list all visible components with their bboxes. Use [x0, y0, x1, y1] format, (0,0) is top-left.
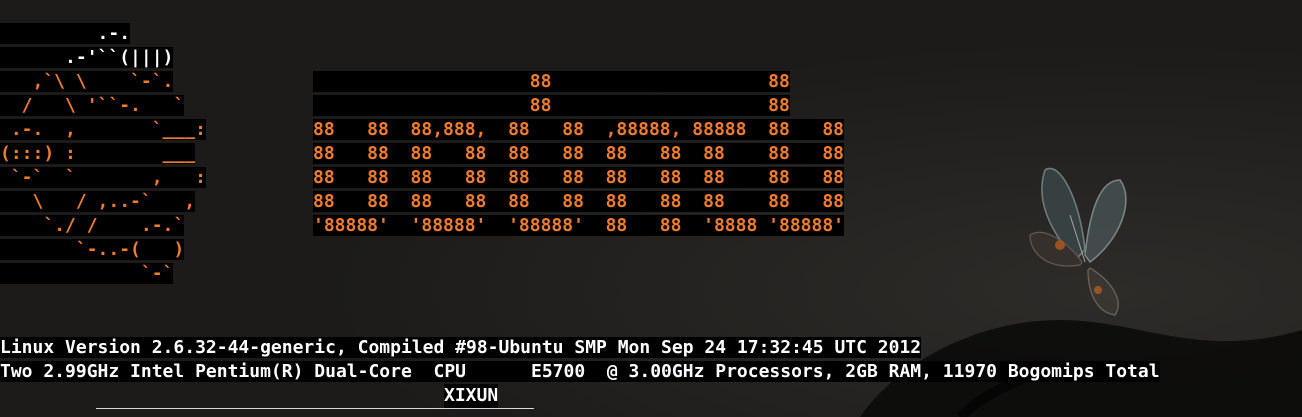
logo-line: .-. [0, 23, 131, 44]
banner-line: 88 88 88 88 88 88 88 88 88 88 88 [313, 143, 845, 164]
logo-line: \ / ,..-` , [0, 191, 196, 212]
hostname-label: XIXUN [444, 384, 499, 409]
logo-line: `-..-( ) [0, 239, 185, 260]
logo-line: .-. , `___: [0, 119, 206, 140]
banner-line: 88 88 [313, 71, 790, 92]
banner-line: 88 88 88,888, 88 88 ,88888, 88888 88 88 [313, 119, 845, 140]
logo-line: `./ / .-.` [0, 215, 185, 236]
logo-line: (:::) : ___ [0, 143, 196, 164]
logo-line: `-` ` , : [0, 167, 206, 188]
logo-line: ,`\ \ `-`. [0, 71, 174, 92]
banner-line: 88 88 88 88 88 88 88 88 88 88 88 [313, 191, 845, 212]
banner-line: 88 88 [313, 95, 790, 116]
banner-line: '88888' '88888' '88888' 88 88 '8888 '888… [313, 215, 845, 236]
kernel-version-line: Linux Version 2.6.32-44-generic, Compile… [0, 337, 922, 358]
hostname-underline [96, 408, 534, 409]
logo-line: / \ '``-. ` [0, 95, 185, 116]
banner-line: 88 88 88 88 88 88 88 88 88 88 88 [313, 167, 845, 188]
logo-line: .-'``(|||) [0, 47, 174, 68]
hardware-info-line: Two 2.99GHz Intel Pentium(R) Dual-Core C… [0, 361, 1160, 382]
logo-line: `-` [0, 263, 174, 284]
